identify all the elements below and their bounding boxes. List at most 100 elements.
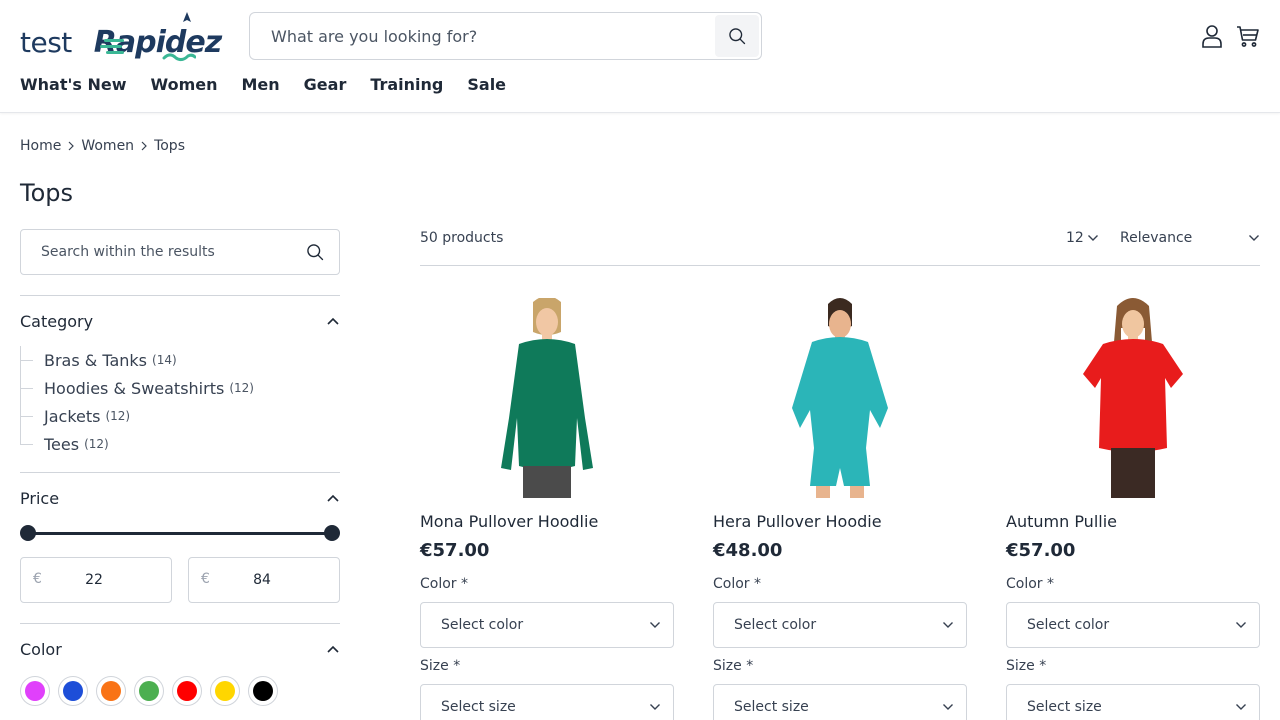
chevron-down-icon	[1087, 235, 1098, 241]
nav-item-women[interactable]: Women	[151, 74, 218, 96]
user-icon	[1202, 25, 1222, 48]
sort-select[interactable]: Relevance	[1120, 230, 1260, 246]
product-image[interactable]	[420, 296, 674, 498]
category-item-tees[interactable]: Tees (12)	[20, 430, 340, 458]
size-select[interactable]: Select size	[420, 684, 674, 720]
per-page-value: 12	[1066, 230, 1084, 246]
sort-value: Relevance	[1120, 230, 1193, 246]
chevron-right-icon	[140, 141, 148, 151]
breadcrumb-home[interactable]: Home	[20, 138, 61, 154]
slider-track	[28, 532, 332, 535]
category-item-bras-tanks[interactable]: Bras & Tanks (14)	[20, 346, 340, 374]
category-count: (12)	[229, 381, 254, 395]
product-name[interactable]: Autumn Pullie	[1006, 512, 1117, 531]
page-title: Tops	[20, 179, 74, 207]
price-filter-title: Price	[20, 488, 60, 508]
logo-wave-icon	[162, 53, 196, 62]
product-photo	[501, 296, 593, 498]
nav-item-training[interactable]: Training	[370, 74, 443, 96]
nav-item-men[interactable]: Men	[241, 74, 279, 96]
size-select-value: Select size	[1027, 699, 1102, 715]
chevron-down-icon	[943, 622, 953, 628]
price-min-input[interactable]	[47, 558, 169, 602]
color-swatch-pink[interactable]	[20, 676, 50, 706]
color-select[interactable]: Select color	[420, 602, 674, 648]
price-min-field: €	[20, 557, 172, 603]
header-search	[249, 12, 762, 60]
color-swatch-yellow[interactable]	[210, 676, 240, 706]
results-search-input[interactable]	[21, 230, 291, 274]
size-label: Size *	[1006, 658, 1047, 674]
size-select[interactable]: Select size	[713, 684, 967, 720]
tree-line	[20, 374, 33, 402]
breadcrumb-tops[interactable]: Tops	[154, 138, 185, 154]
cart-button[interactable]	[1235, 22, 1261, 50]
color-select-value: Select color	[734, 617, 817, 633]
price-range-slider	[20, 524, 340, 542]
cart-icon	[1237, 26, 1259, 47]
product-card: Mona Pullover Hoodlie €57.00 Color * Sel…	[420, 296, 674, 720]
product-name[interactable]: Hera Pullover Hoodie	[713, 512, 882, 531]
size-label: Size *	[420, 658, 461, 674]
chevron-down-icon	[1236, 622, 1246, 628]
color-swatch-black[interactable]	[248, 676, 278, 706]
tree-line	[20, 402, 33, 430]
chevron-down-icon	[650, 704, 660, 710]
product-image[interactable]	[713, 298, 967, 498]
divider	[20, 623, 340, 624]
logo-rocket-icon	[183, 12, 191, 22]
results-search	[20, 229, 340, 275]
chevron-down-icon	[943, 704, 953, 710]
chevron-down-icon	[1236, 704, 1246, 710]
color-filter-title: Color	[20, 639, 62, 659]
category-count: (14)	[152, 353, 177, 367]
chevron-right-icon	[67, 141, 75, 151]
logo-speed-lines-icon	[100, 39, 124, 54]
color-select[interactable]: Select color	[1006, 602, 1260, 648]
nav-item-gear[interactable]: Gear	[304, 74, 347, 96]
category-count: (12)	[84, 437, 109, 451]
nav-item-whats-new[interactable]: What's New	[20, 74, 127, 96]
slider-handle-min[interactable]	[20, 525, 36, 541]
swatch-dot	[101, 681, 121, 701]
color-select[interactable]: Select color	[713, 602, 967, 648]
size-select[interactable]: Select size	[1006, 684, 1260, 720]
price-filter-toggle[interactable]: Price	[20, 486, 340, 510]
product-price: €48.00	[713, 540, 783, 561]
swatch-dot	[63, 681, 83, 701]
header-search-button[interactable]	[715, 15, 759, 57]
product-price: €57.00	[1006, 540, 1076, 561]
toolbar-divider	[420, 265, 1260, 266]
size-select-value: Select size	[441, 699, 516, 715]
color-swatch-green[interactable]	[134, 676, 164, 706]
account-button[interactable]	[1199, 22, 1225, 50]
header-search-input[interactable]	[251, 14, 711, 58]
category-label: Jackets	[44, 406, 101, 426]
site-logo[interactable]: test Rapidez	[20, 12, 222, 62]
category-list: Bras & Tanks (14) Hoodies & Sweatshirts …	[20, 346, 340, 458]
color-swatch-blue[interactable]	[58, 676, 88, 706]
product-name[interactable]: Mona Pullover Hoodlie	[420, 512, 598, 531]
price-max-input[interactable]	[215, 558, 337, 602]
category-filter-toggle[interactable]: Category	[20, 309, 340, 333]
currency-symbol: €	[201, 571, 210, 587]
slider-handle-max[interactable]	[324, 525, 340, 541]
search-icon[interactable]	[305, 242, 325, 262]
nav-item-sale[interactable]: Sale	[467, 74, 506, 96]
category-filter-title: Category	[20, 311, 94, 331]
category-item-hoodies-sweatshirts[interactable]: Hoodies & Sweatshirts (12)	[20, 374, 340, 402]
product-card: Hera Pullover Hoodie €48.00 Color * Sele…	[713, 298, 967, 720]
color-swatch-red[interactable]	[172, 676, 202, 706]
search-icon	[729, 28, 746, 45]
color-swatch-orange[interactable]	[96, 676, 126, 706]
chevron-up-icon	[327, 317, 339, 325]
per-page-select[interactable]: 12	[1066, 230, 1099, 246]
color-filter-toggle[interactable]: Color	[20, 637, 340, 661]
product-image[interactable]	[1006, 298, 1260, 498]
breadcrumb-women[interactable]: Women	[81, 138, 134, 154]
main-nav: What's New Women Men Gear Training Sale	[20, 74, 530, 96]
category-item-jackets[interactable]: Jackets (12)	[20, 402, 340, 430]
color-select-value: Select color	[441, 617, 524, 633]
swatch-dot	[253, 681, 273, 701]
swatch-dot	[215, 681, 235, 701]
